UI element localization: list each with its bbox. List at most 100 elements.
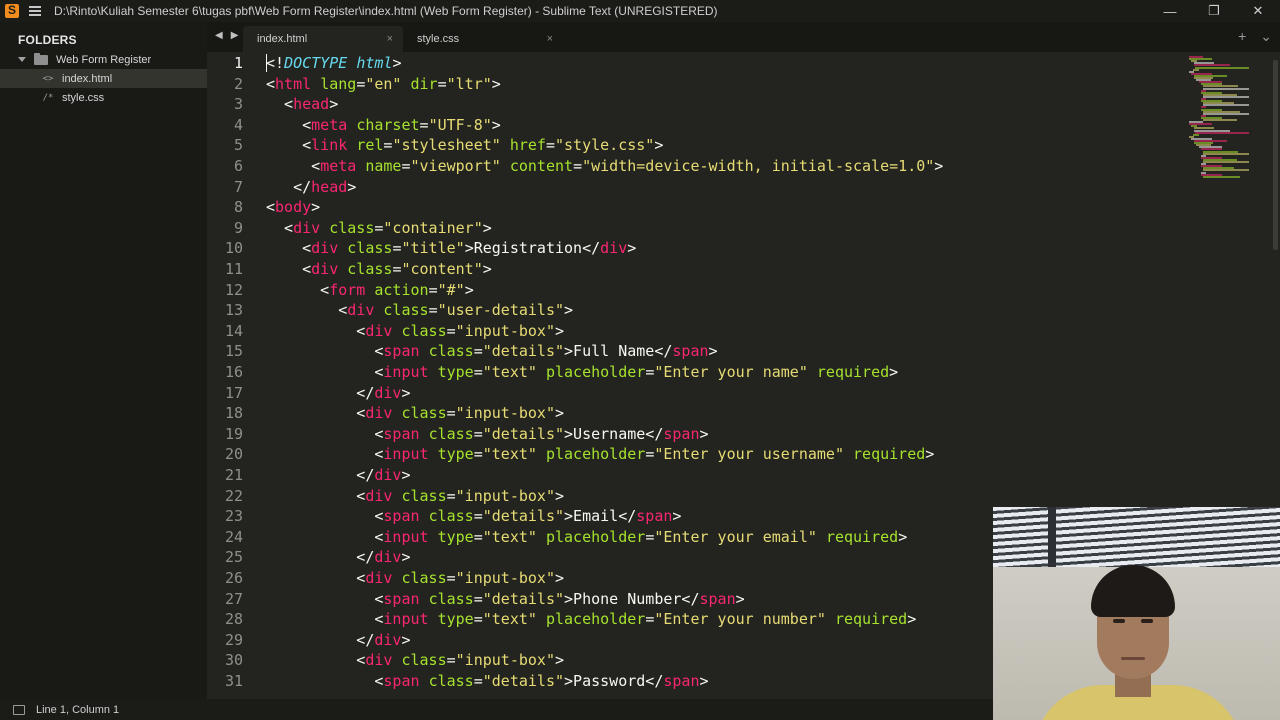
code-line[interactable]: <input type="text" placeholder="Enter yo… [266,362,898,382]
code-line[interactable]: <div class="input-box"> [266,650,564,670]
line-number: 18 [224,404,243,423]
tab-style-css[interactable]: style.css × [403,26,563,52]
line-number: 9 [233,218,243,237]
sidebar-item-style-css[interactable]: /* style.css [0,88,207,107]
folder-icon [34,52,48,65]
code-line[interactable]: <span class="details">Full Name</span> [266,341,717,361]
line-number: 17 [224,383,243,402]
sidebar-item-label: index.html [62,72,113,85]
minimap-line [1195,66,1249,69]
line-number: 3 [233,95,243,114]
line-number: 14 [224,321,243,340]
css-file-icon: /* [42,92,54,103]
html-file-icon: <> [42,73,54,84]
sidebar-item-label: style.css [62,91,105,104]
minimize-button[interactable]: — [1148,0,1192,22]
line-number: 16 [224,363,243,381]
menu-icon[interactable] [29,6,41,16]
code-line[interactable]: <link rel="stylesheet" href="style.css"> [266,135,663,155]
code-line[interactable]: <div class="user-details"> [266,300,573,320]
code-line[interactable]: <html lang="en" dir="ltr"> [266,74,501,94]
sidebar-item-index-html[interactable]: <> index.html [0,69,207,88]
line-number-gutter: 1 2 3 4 5 6 7 8 9 10 11 12 13 14 15 16 17 18 19 20 21 22 23 24 2… [207,52,243,699]
code-line[interactable]: <span class="details">Phone Number</span… [266,589,744,609]
minimap-line [1203,152,1249,155]
sidebar-folder-label: Web Form Register [56,53,152,66]
code-line[interactable]: </div> [266,630,410,650]
minimap-line [1203,95,1249,98]
code-line[interactable]: <head> [266,94,338,114]
minimap-line [1203,161,1249,163]
sidebar-header: FOLDERS [18,33,77,47]
line-number: 2 [233,74,243,93]
code-line[interactable]: </div> [266,465,410,485]
sublime-app-icon [5,3,19,18]
code-line[interactable]: <span class="details">Username</span> [266,424,708,444]
chevron-down-icon[interactable] [18,57,26,62]
code-line[interactable]: <form action="#"> [266,280,474,300]
code-line[interactable]: <span class="details">Email</span> [266,506,681,526]
line-number: 11 [224,260,243,278]
window-blinds [993,507,1280,567]
minimap[interactable] [1185,52,1253,182]
line-number: 30 [224,651,243,670]
code-line[interactable]: <div class="input-box"> [266,486,564,506]
close-icon[interactable]: × [387,33,393,45]
cursor-position: Line 1, Column 1 [36,703,120,716]
line-number: 1 [233,54,243,72]
window-controls: — ❐ ✕ [1148,0,1280,22]
code-line[interactable]: <body> [266,197,320,217]
code-line[interactable]: <div class="content"> [266,259,492,279]
line-number: 26 [224,569,243,587]
window-title: D:\Rinto\Kuliah Semester 6\tugas pbf\Web… [54,4,718,18]
panel-toggle-icon[interactable] [13,704,25,715]
tab-nav-arrows: ◀ ▶ [215,30,238,41]
line-number: 22 [224,486,243,505]
line-number: 29 [224,630,243,649]
arrow-right-icon[interactable]: ▶ [231,30,239,41]
minimap-line [1203,119,1237,121]
close-button[interactable]: ✕ [1236,0,1280,22]
code-line[interactable]: <meta charset="UTF-8"> [266,115,501,135]
line-number: 20 [224,445,243,464]
window-frame [1048,507,1056,569]
tab-index-html[interactable]: index.html × [243,26,403,52]
code-line[interactable]: </head> [266,177,356,197]
line-number: 25 [224,548,243,567]
code-line[interactable]: <div class="title">Registration</div> [266,238,636,258]
line-number: 5 [233,136,243,155]
sidebar-folder-web-form-register[interactable]: Web Form Register [0,50,207,69]
code-line[interactable]: <meta name="viewport" content="width=dev… [266,156,943,176]
tab-label: index.html [257,33,308,45]
line-number: 21 [224,466,243,484]
code-line[interactable]: <span class="details">Password</span> [266,671,708,691]
code-line[interactable]: <div class="container"> [266,218,492,238]
code-line[interactable]: <input type="text" placeholder="Enter yo… [266,444,934,464]
maximize-button[interactable]: ❐ [1192,0,1236,22]
close-icon[interactable]: × [547,33,553,45]
arrow-left-icon[interactable]: ◀ [215,30,223,41]
line-number: 8 [233,198,243,217]
scrollbar-thumb[interactable] [1273,60,1278,250]
line-number: 7 [233,177,243,196]
minimap-line [1203,175,1241,178]
line-number: 10 [224,239,243,258]
sidebar: FOLDERS Web Form Register <> index.html … [0,22,207,699]
code-line[interactable]: <input type="text" placeholder="Enter yo… [266,527,907,547]
chevron-down-icon[interactable]: ⌄ [1260,28,1272,45]
webcam-overlay [993,507,1280,720]
code-line[interactable]: <input type="text" placeholder="Enter yo… [266,609,916,629]
code-line[interactable]: <!DOCTYPE html> [266,53,401,73]
line-number: 4 [233,115,243,134]
code-line[interactable]: <div class="input-box"> [266,568,564,588]
code-line[interactable]: <div class="input-box"> [266,403,564,423]
code-line[interactable]: </div> [266,547,410,567]
minimap-line [1203,87,1249,90]
code-line[interactable]: <div class="input-box"> [266,321,564,341]
line-number: 27 [224,589,243,608]
code-line[interactable]: </div> [266,383,410,403]
line-number: 15 [224,342,243,361]
tab-label: style.css [417,33,460,45]
plus-icon[interactable]: + [1238,28,1246,45]
line-number: 6 [233,157,243,175]
